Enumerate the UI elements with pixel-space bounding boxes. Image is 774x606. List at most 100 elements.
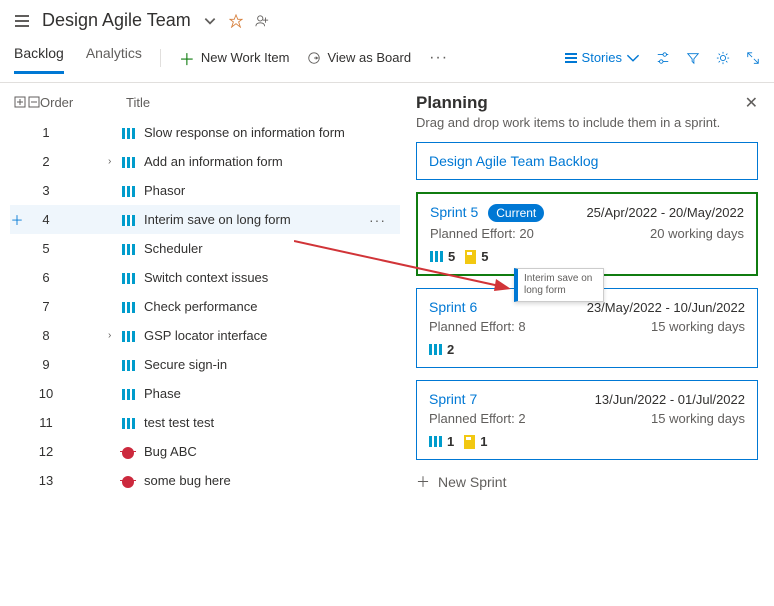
backlog-row[interactable]: ＋ 8 › GSP locator interface ··· xyxy=(10,321,400,350)
team-dropdown-chevron[interactable] xyxy=(203,13,217,29)
user-story-icon xyxy=(122,299,138,314)
working-days: 15 working days xyxy=(651,411,745,426)
row-order: 4 xyxy=(24,212,68,227)
stories-filter-button[interactable]: Stories xyxy=(564,50,640,66)
sprint-name[interactable]: Sprint 6 xyxy=(429,299,477,315)
order-column-header[interactable]: Order xyxy=(40,95,98,110)
row-order: 12 xyxy=(24,444,68,459)
sprint-dates: 25/Apr/2022 - 20/May/2022 xyxy=(586,205,744,220)
more-actions-button[interactable]: ··· xyxy=(429,49,448,67)
row-order: 9 xyxy=(24,357,68,372)
divider xyxy=(160,49,161,67)
row-order: 13 xyxy=(24,473,68,488)
favorite-star-icon[interactable] xyxy=(229,13,243,29)
toolbar: Backlog Analytics ＋ New Work Item View a… xyxy=(0,41,774,83)
sprint-name[interactable]: Sprint 5 xyxy=(430,204,478,220)
task-count: 1 xyxy=(480,434,487,449)
story-count: 2 xyxy=(447,342,454,357)
board-icon xyxy=(307,50,321,66)
chevron-down-icon xyxy=(626,50,640,66)
new-work-item-label: New Work Item xyxy=(201,50,290,65)
backlog-row[interactable]: ＋ 2 › Add an information form ··· xyxy=(10,147,400,176)
backlog-row[interactable]: ＋ 3 Phasor ··· xyxy=(10,176,400,205)
settings-sliders-icon[interactable] xyxy=(656,50,670,66)
work-item-title[interactable]: test test test xyxy=(144,415,369,430)
current-badge: Current xyxy=(488,204,544,222)
task-icon xyxy=(464,435,475,449)
backlog-drop-target[interactable]: Design Agile Team Backlog xyxy=(416,142,758,180)
sprint-name[interactable]: Sprint 7 xyxy=(429,391,477,407)
row-order: 8 xyxy=(24,328,68,343)
working-days: 20 working days xyxy=(650,226,744,241)
sprint-card[interactable]: Sprint 7 13/Jun/2022 - 01/Jul/2022 Plann… xyxy=(416,380,758,460)
view-tabs: Backlog Analytics xyxy=(14,41,142,74)
user-story-icon xyxy=(122,386,138,401)
row-order: 10 xyxy=(24,386,68,401)
drag-arrow-annotation xyxy=(294,239,524,299)
user-story-icon xyxy=(122,415,138,430)
backlog-row[interactable]: ＋ 4 Interim save on long form ··· xyxy=(10,205,400,234)
plus-icon: ＋ xyxy=(416,472,430,492)
drag-ghost-item: Interim save on long form xyxy=(514,268,604,302)
user-story-icon xyxy=(122,270,138,285)
user-story-icon xyxy=(122,328,138,343)
sprint-dates: 23/May/2022 - 10/Jun/2022 xyxy=(587,300,745,315)
expand-collapse-icons[interactable] xyxy=(10,95,40,110)
work-item-title[interactable]: Add an information form xyxy=(144,154,369,169)
backlog-row[interactable]: ＋ 10 Phase ··· xyxy=(10,379,400,408)
work-item-title[interactable]: some bug here xyxy=(144,473,369,488)
view-as-board-button[interactable]: View as Board xyxy=(307,46,411,70)
row-more-actions[interactable]: ··· xyxy=(369,212,386,228)
work-item-title[interactable]: Interim save on long form xyxy=(144,212,369,227)
team-title[interactable]: Design Agile Team xyxy=(42,10,191,31)
planned-effort: Planned Effort: 2 xyxy=(429,411,526,426)
tab-backlog[interactable]: Backlog xyxy=(14,41,64,74)
work-item-title[interactable]: Phasor xyxy=(144,183,369,198)
row-order: 3 xyxy=(24,183,68,198)
filter-icon[interactable] xyxy=(686,50,700,66)
view-as-board-label: View as Board xyxy=(327,50,411,65)
fullscreen-icon[interactable] xyxy=(746,50,760,66)
row-order: 5 xyxy=(24,241,68,256)
work-item-title[interactable]: Check performance xyxy=(144,299,369,314)
story-count: 1 xyxy=(447,434,454,449)
right-tools: Stories xyxy=(564,50,760,66)
backlog-row[interactable]: ＋ 9 Secure sign-in ··· xyxy=(10,350,400,379)
main-content: Order Title ＋ 1 Slow response on informa… xyxy=(0,83,774,599)
backlog-row[interactable]: ＋ 12 Bug ABC ··· xyxy=(10,437,400,466)
user-story-icon xyxy=(429,436,442,447)
add-child-button[interactable]: ＋ xyxy=(10,210,24,229)
close-planning-button[interactable]: ✕ xyxy=(745,93,758,113)
work-item-title[interactable]: GSP locator interface xyxy=(144,328,369,343)
backlog-card-label: Design Agile Team Backlog xyxy=(429,153,598,169)
working-days: 15 working days xyxy=(651,319,745,334)
work-item-title[interactable]: Bug ABC xyxy=(144,444,369,459)
bug-icon xyxy=(122,444,138,459)
backlog-row[interactable]: ＋ 11 test test test ··· xyxy=(10,408,400,437)
row-order: 11 xyxy=(24,415,68,430)
planning-subtitle: Drag and drop work items to include them… xyxy=(416,115,758,130)
new-sprint-button[interactable]: ＋ New Sprint xyxy=(416,472,758,492)
expand-caret[interactable]: › xyxy=(108,330,122,341)
title-column-header[interactable]: Title xyxy=(98,95,150,110)
new-sprint-label: New Sprint xyxy=(438,474,506,490)
user-story-icon xyxy=(122,212,138,227)
backlog-column: Order Title ＋ 1 Slow response on informa… xyxy=(0,83,400,599)
team-members-icon[interactable] xyxy=(255,13,269,29)
work-item-title[interactable]: Secure sign-in xyxy=(144,357,369,372)
planned-effort: Planned Effort: 8 xyxy=(429,319,526,334)
stories-label: Stories xyxy=(582,50,622,65)
user-story-icon xyxy=(122,357,138,372)
backlog-row[interactable]: ＋ 1 Slow response on information form ··… xyxy=(10,118,400,147)
new-work-item-button[interactable]: ＋ New Work Item xyxy=(179,42,290,74)
backlog-row[interactable]: ＋ 13 some bug here ··· xyxy=(10,466,400,495)
column-headers: Order Title xyxy=(10,91,400,118)
plus-icon: ＋ xyxy=(179,46,195,70)
work-item-title[interactable]: Slow response on information form xyxy=(144,125,369,140)
work-item-title[interactable]: Phase xyxy=(144,386,369,401)
tab-analytics[interactable]: Analytics xyxy=(86,41,142,74)
expand-caret[interactable]: › xyxy=(108,156,122,167)
gear-icon[interactable] xyxy=(716,50,730,66)
page-header: Design Agile Team xyxy=(0,0,774,41)
row-order: 7 xyxy=(24,299,68,314)
